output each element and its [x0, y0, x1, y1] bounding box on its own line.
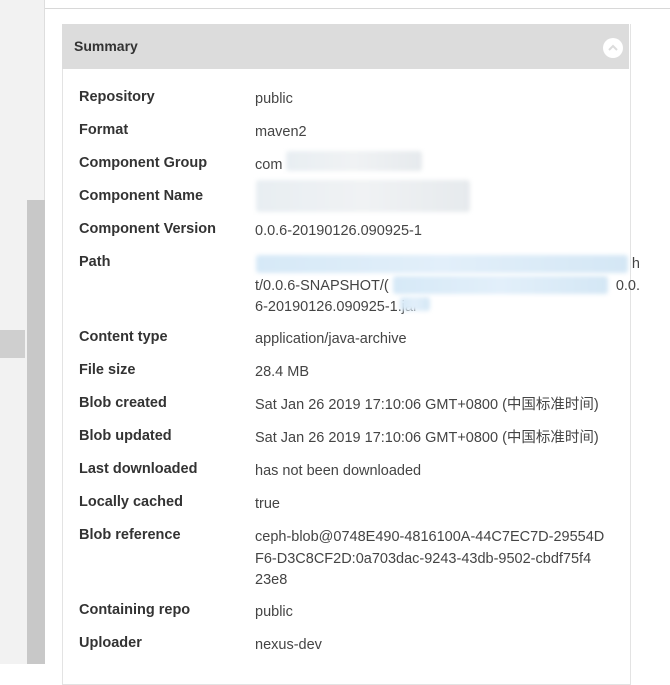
- path-line-part: 0.0.: [615, 277, 640, 294]
- row-value: public: [255, 604, 293, 620]
- panel-title: Summary: [74, 38, 138, 54]
- row-label: Last downloaded: [79, 461, 198, 477]
- row-label: Component Version: [79, 221, 216, 237]
- path-line-part: t/0.0.6-SNAPSHOT/(: [255, 277, 389, 294]
- row-value: has not been downloaded: [255, 463, 422, 479]
- row-value: ceph-blob@0748E490-4816100A-44C7EC7D-295…: [255, 527, 640, 592]
- summary-header[interactable]: Summary: [62, 24, 629, 69]
- row-label: Uploader: [79, 635, 142, 651]
- divider: [45, 8, 670, 9]
- row-label: Component Group: [79, 155, 208, 171]
- row-label: Containing repo: [79, 602, 191, 618]
- row-label: Path: [79, 254, 111, 270]
- row-value: 0.0.6-20190126.090925-1: [255, 223, 422, 239]
- row-label: File size: [79, 362, 136, 378]
- row-value: maven2: [255, 124, 307, 140]
- row-value: Sat Jan 26 2019 17:10:06 GMT+0800 (中国标准时…: [255, 430, 599, 446]
- chevron-up-icon[interactable]: [603, 38, 623, 58]
- row-value: nexus-dev: [255, 637, 322, 653]
- row-label: Component Name: [79, 188, 204, 204]
- blob-ref-line: ceph-blob@0748E490-4816100A-44C7EC7D-295…: [255, 529, 605, 545]
- resize-handle[interactable]: [0, 330, 25, 358]
- row-label: Repository: [79, 89, 155, 105]
- row-label: Content type: [79, 329, 168, 345]
- redacted-area: [400, 297, 430, 311]
- redacted-area: [286, 151, 422, 171]
- row-value: Sat Jan 26 2019 17:10:06 GMT+0800 (中国标准时…: [255, 397, 599, 413]
- row-value: true: [255, 496, 280, 512]
- redacted-area: [393, 276, 608, 294]
- scrollbar-thumb[interactable]: [27, 200, 45, 664]
- row-value: 28.4 MB: [255, 364, 309, 380]
- row-label: Locally cached: [79, 494, 183, 510]
- path-line: 6-20190126.090925-1.jar: [255, 299, 418, 315]
- row-label: Blob created: [79, 395, 167, 411]
- blob-ref-line: F6-D3C8CF2D:0a703dac-9243-43db-9502-cbdf…: [255, 550, 592, 567]
- redacted-area: [256, 180, 470, 212]
- row-label: Format: [79, 122, 129, 138]
- redacted-area: [256, 255, 628, 273]
- row-value: public: [255, 91, 293, 107]
- row-value: application/java-archive: [255, 331, 407, 347]
- row-label: Blob updated: [79, 428, 172, 444]
- row-label: Blob reference: [79, 527, 181, 543]
- blob-ref-line: 23e8: [255, 572, 288, 588]
